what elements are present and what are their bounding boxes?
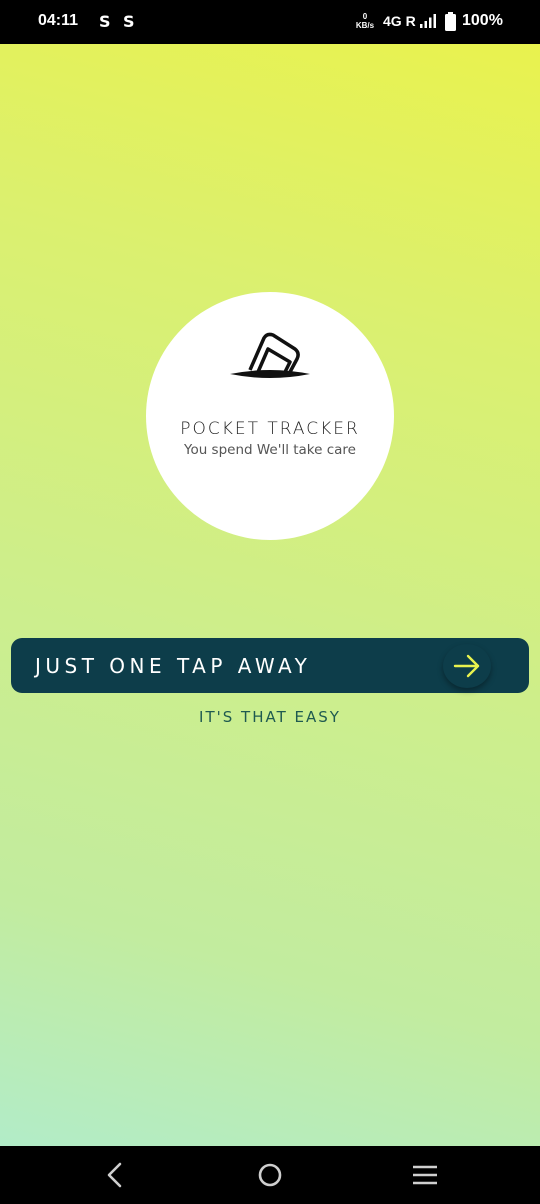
easy-caption: IT'S THAT EASY [199, 708, 341, 726]
splash-screen: POCKET TRACKER You spend We'll take care… [0, 44, 540, 1146]
status-time: 04:11 [38, 12, 79, 29]
app-tagline: You spend We'll take care [183, 442, 356, 458]
notification-icon: S [99, 12, 111, 31]
get-started-label: JUST ONE TAP AWAY [35, 654, 312, 678]
app-title: POCKET TRACKER [180, 419, 360, 439]
data-speed-unit: KB/s [355, 21, 375, 30]
recents-menu-icon[interactable] [409, 1160, 441, 1190]
logo-badge: POCKET TRACKER You spend We'll take care [146, 292, 394, 540]
system-nav-bar [0, 1146, 540, 1204]
back-chevron-icon[interactable] [98, 1160, 130, 1190]
home-circle-icon[interactable] [254, 1160, 286, 1190]
status-bar: 04:11 S S 0 KB/s 4G R 100% [0, 0, 540, 44]
battery-percent: 100% [462, 12, 503, 29]
get-started-button[interactable]: JUST ONE TAP AWAY [11, 638, 529, 693]
battery-full-icon [445, 12, 456, 31]
arrow-right-icon[interactable] [443, 644, 491, 688]
data-speed-indicator: 0 KB/s [354, 12, 376, 30]
signal-bars-icon [420, 14, 436, 28]
network-type: 4G R [383, 13, 416, 29]
notification-icon: S [123, 12, 135, 31]
data-speed-value: 0 [362, 12, 368, 21]
wallet-card-icon [230, 332, 310, 378]
